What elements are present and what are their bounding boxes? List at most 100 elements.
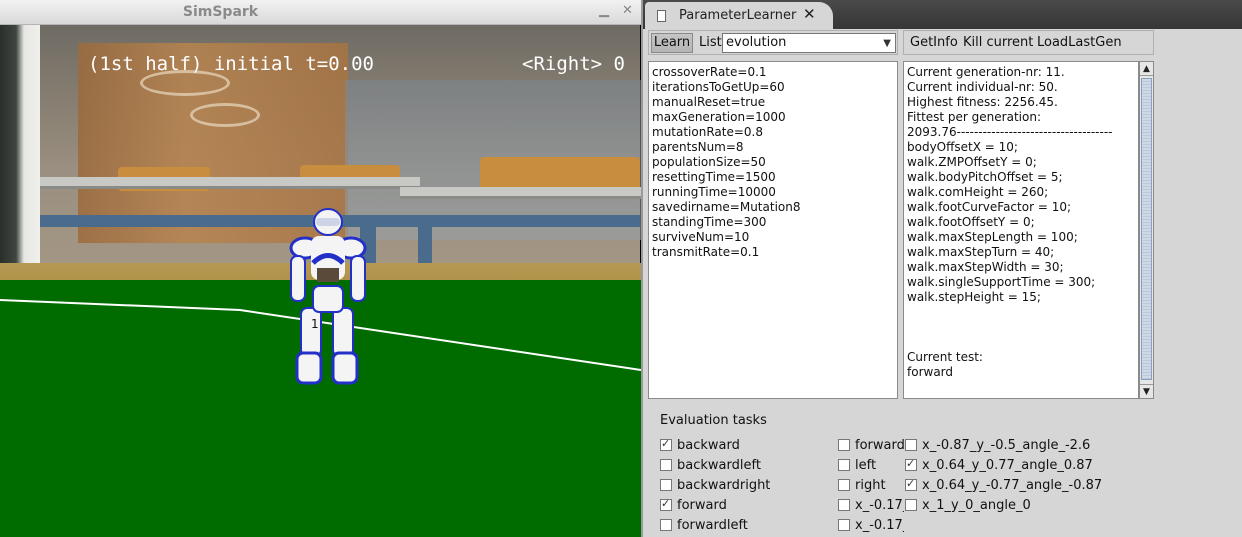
parameter-learner-window: ParameterLearner ✕ Learn List evolution … <box>641 0 1242 537</box>
parameters-textarea[interactable]: crossoverRate=0.1 iterationsToGetUp=60 man… <box>648 61 898 399</box>
simulation-viewport[interactable]: 1 (1st half) initial t=0.00 <Right> 0 <box>0 25 641 537</box>
task-label: x_-0.17_y_0.98_angle_1.7 <box>855 517 904 533</box>
task-checkbox-row[interactable]: backward <box>660 437 820 453</box>
evaluation-tasks-label: Evaluation tasks <box>660 413 767 428</box>
info-line: walk.ZMPOffsetY = 0; <box>907 155 1037 169</box>
task-checkbox[interactable] <box>838 519 850 531</box>
parameter-line: iterationsToGetUp=60 <box>652 80 785 94</box>
info-line: walk.footOffsetY = 0; <box>907 215 1035 229</box>
action-toolbar: GetInfo Kill current LoadLastGen <box>903 30 1154 55</box>
getinfo-button[interactable]: GetInfo <box>910 35 958 50</box>
task-checkbox-row[interactable]: x_-0.87_y_-0.5_angle_-2.6 <box>905 437 1105 453</box>
info-line: Highest fitness: 2256.45. <box>907 95 1058 109</box>
load-last-gen-button[interactable]: LoadLastGen <box>1037 35 1122 50</box>
task-checkbox[interactable] <box>660 479 672 491</box>
task-checkbox-row[interactable]: x_0.64_y_0.77_angle_0.87 <box>905 457 1105 473</box>
learn-toolbar: Learn List evolution ▼ <box>648 30 898 55</box>
info-line: walk.maxStepWidth = 30; <box>907 260 1064 274</box>
close-icon[interactable]: ✕ <box>622 4 633 18</box>
task-label: forwardright <box>855 437 904 453</box>
nao-robot[interactable]: 1 <box>283 208 373 393</box>
task-checkbox-row[interactable]: x_-0.17_y_0.98_angle_1.7 <box>838 517 904 533</box>
minimize-icon[interactable]: ▁ <box>599 4 609 18</box>
task-label: x_1_y_0_angle_0 <box>922 497 1031 513</box>
parameter-line: savedirname=Mutation8 <box>652 200 801 214</box>
task-label: backwardright <box>677 477 771 493</box>
task-checkbox[interactable] <box>660 497 672 511</box>
task-checkbox[interactable] <box>905 477 917 491</box>
info-line: walk.comHeight = 260; <box>907 185 1049 199</box>
learn-button[interactable]: Learn <box>651 33 693 53</box>
scroll-thumb[interactable] <box>1141 78 1152 380</box>
info-line <box>907 335 1135 350</box>
task-label: forwardleft <box>677 517 748 533</box>
parameter-line: runningTime=10000 <box>652 185 776 199</box>
info-line <box>907 305 1135 320</box>
task-checkbox[interactable] <box>838 439 850 451</box>
info-line: walk.footCurveFactor = 10; <box>907 200 1072 214</box>
game-state-text: (1st half) initial t=0.00 <box>88 53 374 75</box>
simspark-window: SimSpark ▁ ✕ 1 (1st half) initial t=0.00… <box>0 0 641 537</box>
task-checkbox[interactable] <box>838 459 850 471</box>
task-checkbox-row[interactable]: forwardleft <box>660 517 820 533</box>
chevron-down-icon: ▼ <box>883 38 891 49</box>
info-line: walk.maxStepTurn = 40; <box>907 245 1055 259</box>
info-line: 2093.76---------------------------------… <box>907 125 1113 139</box>
task-checkbox-row[interactable]: backwardright <box>660 477 820 493</box>
task-checkbox[interactable] <box>905 439 917 451</box>
scroll-up-icon[interactable]: ▲ <box>1140 62 1153 76</box>
info-line: walk.stepHeight = 15; <box>907 290 1041 304</box>
parameter-line: surviveNum=10 <box>652 230 750 244</box>
task-label: backwardleft <box>677 457 761 473</box>
task-label: x_0.64_y_0.77_angle_0.87 <box>922 457 1093 473</box>
task-checkbox-row[interactable]: x_0.64_y_-0.77_angle_-0.87 <box>905 477 1105 493</box>
tab-bar: ParameterLearner ✕ <box>643 0 1242 29</box>
kill-current-button[interactable]: Kill current <box>963 35 1033 50</box>
task-checkbox[interactable] <box>660 519 672 531</box>
team-score-text: <Right> 0 <box>522 53 625 75</box>
task-checkbox[interactable] <box>838 479 850 491</box>
task-label: right <box>855 477 886 493</box>
info-line: bodyOffsetX = 10; <box>907 140 1018 154</box>
close-icon[interactable]: ✕ <box>803 6 816 22</box>
task-checkbox-row[interactable]: forward <box>660 497 820 513</box>
document-icon <box>657 10 666 22</box>
info-line: Fittest per generation: <box>907 110 1041 124</box>
info-line: Current test: <box>907 350 983 364</box>
tab-parameter-learner[interactable]: ParameterLearner ✕ <box>645 2 833 29</box>
task-label: left <box>855 457 877 473</box>
parameter-line: populationSize=50 <box>652 155 766 169</box>
parameter-line: mutationRate=0.8 <box>652 125 763 139</box>
tab-label: ParameterLearner <box>679 8 797 23</box>
task-checkbox-row[interactable]: right <box>838 477 904 493</box>
task-checkbox[interactable] <box>905 457 917 471</box>
parameter-line: manualReset=true <box>652 95 766 109</box>
info-scrollbar[interactable]: ▲ ▼ <box>1139 61 1154 399</box>
info-line: walk.singleSupportTime = 300; <box>907 275 1096 289</box>
parameter-line: maxGeneration=1000 <box>652 110 786 124</box>
task-checkbox-row[interactable]: x_1_y_0_angle_0 <box>905 497 1105 513</box>
parameter-line: standingTime=300 <box>652 215 767 229</box>
task-checkbox-row[interactable]: backwardleft <box>660 457 820 473</box>
task-checkbox-row[interactable]: forwardright <box>838 437 904 453</box>
info-textarea[interactable]: Current generation-nr: 11. Current indivi… <box>903 61 1139 399</box>
task-checkbox-row[interactable]: left <box>838 457 904 473</box>
task-checkbox[interactable] <box>905 499 917 511</box>
info-line: Current individual-nr: 50. <box>907 80 1058 94</box>
scroll-down-icon[interactable]: ▼ <box>1140 384 1153 398</box>
task-checkbox[interactable] <box>660 459 672 471</box>
parameter-line: parentsNum=8 <box>652 140 744 154</box>
list-select[interactable]: evolution ▼ <box>722 33 896 53</box>
parameter-line: transmitRate=0.1 <box>652 245 760 259</box>
task-checkbox[interactable] <box>838 499 850 511</box>
task-label: x_-0.17_y_-0.98_angle_-1.7 <box>855 497 904 513</box>
window-title: SimSpark <box>182 4 259 20</box>
parameter-line: crossoverRate=0.1 <box>652 65 767 79</box>
list-select-value: evolution <box>726 35 787 50</box>
task-label: x_-0.87_y_-0.5_angle_-2.6 <box>922 437 1091 453</box>
list-label: List <box>699 35 722 50</box>
task-checkbox[interactable] <box>660 437 672 451</box>
door-decoration <box>190 103 260 127</box>
simspark-titlebar: SimSpark ▁ ✕ <box>0 0 641 25</box>
task-checkbox-row[interactable]: x_-0.17_y_-0.98_angle_-1.7 <box>838 497 904 513</box>
